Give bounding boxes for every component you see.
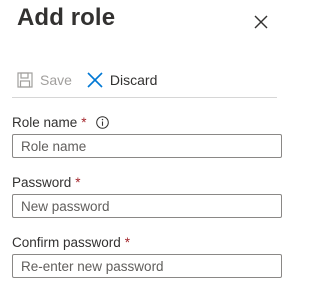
close-icon [254,15,268,29]
password-input[interactable] [12,194,282,218]
password-label: Password * [12,175,81,190]
role-name-input[interactable] [12,134,282,158]
x-icon [87,72,103,88]
toolbar-divider [12,97,277,98]
add-role-panel: Add role Save Discard Role name * Role n… [0,0,290,287]
discard-button-label: Discard [109,72,158,88]
save-icon [17,72,33,88]
save-button-label: Save [40,72,72,88]
required-marker: * [81,115,87,130]
close-button[interactable] [252,13,270,31]
required-marker: * [124,235,131,250]
panel-title: Add role [17,4,116,31]
role-name-label: Role name * [12,115,109,130]
confirm-password-label: Confirm password * [12,235,130,250]
required-marker: * [75,175,81,190]
password-label-text: Password [12,175,72,190]
info-icon[interactable] [95,116,109,129]
discard-button[interactable]: Discard [82,66,161,94]
save-button[interactable]: Save [12,66,76,94]
command-bar: Save Discard [12,66,277,94]
role-name-label-text: Role name [12,115,78,130]
confirm-password-input[interactable] [12,254,282,278]
confirm-password-label-text: Confirm password [12,235,121,250]
